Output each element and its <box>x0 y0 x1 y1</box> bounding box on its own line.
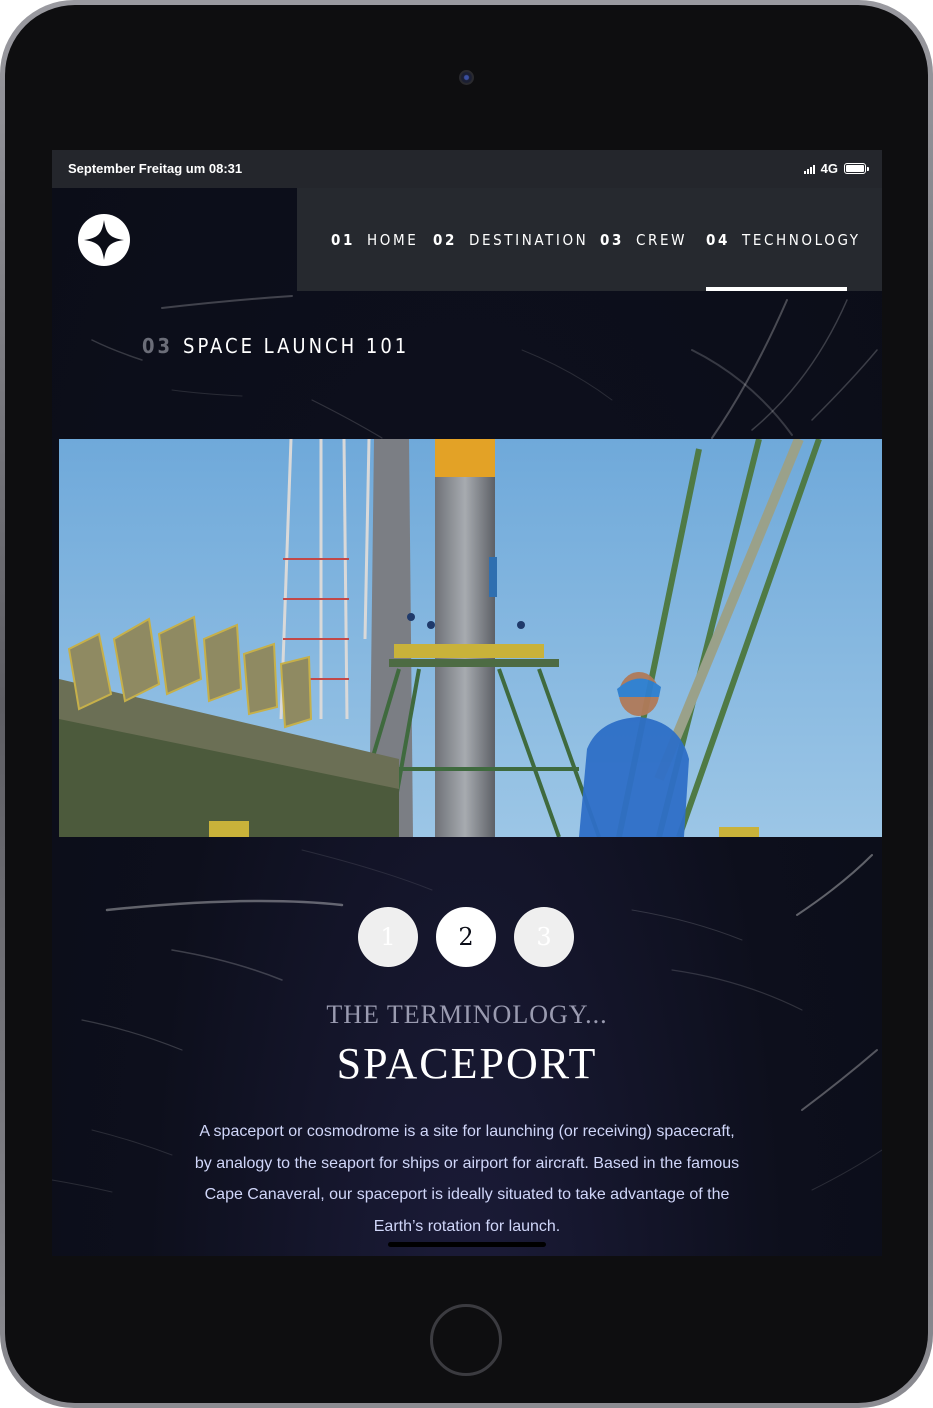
nav-item-technology[interactable]: 04 TECHNOLOGY <box>706 188 858 291</box>
page-title-text: SPACE LAUNCH 101 <box>183 334 410 358</box>
nav-item-crew[interactable]: 03 CREW <box>600 188 687 291</box>
screen: September Freitag um 08:31 4G 01 HOME 02… <box>52 150 882 1256</box>
nav-item-label: CREW <box>635 230 688 249</box>
network-label: 4G <box>820 161 838 176</box>
technology-description: A spaceport or cosmodrome is a site for … <box>194 1123 740 1235</box>
launch-vehicle-photo <box>59 439 882 837</box>
nav-item-number: 02 <box>433 230 457 249</box>
signal-icon <box>803 163 815 174</box>
page-title: 03 SPACE LAUNCH 101 <box>142 334 409 358</box>
nav-item-label: DESTINATION <box>468 230 589 249</box>
home-button[interactable] <box>430 1304 502 1376</box>
logo[interactable] <box>78 214 130 266</box>
nav-item-label: TECHNOLOGY <box>741 230 861 249</box>
header: 01 HOME 02 DESTINATION 03 CREW 04 TECHNO… <box>52 188 882 291</box>
four-point-star-icon <box>84 220 124 260</box>
camera-icon <box>459 70 474 85</box>
status-time: September Freitag um 08:31 <box>68 161 243 176</box>
technology-heading: SPACEPORT <box>336 1039 598 1088</box>
terminology-subheading: THE TERMINOLOGY... <box>326 1000 608 1029</box>
nav-item-number: 03 <box>600 230 624 249</box>
step-button-3[interactable]: 3 <box>514 907 574 967</box>
battery-icon <box>844 163 869 174</box>
nav-item-label: HOME <box>366 230 419 249</box>
nav-item-destination[interactable]: 02 DESTINATION <box>433 188 588 291</box>
main-nav: 01 HOME 02 DESTINATION 03 CREW 04 TECHNO… <box>297 188 882 291</box>
nav-item-number: 01 <box>331 230 355 249</box>
status-bar: September Freitag um 08:31 4G <box>52 150 882 188</box>
nav-item-number: 04 <box>706 230 730 249</box>
status-indicators: 4G <box>803 161 869 176</box>
nav-item-home[interactable]: 01 HOME <box>331 188 418 291</box>
tablet-frame: September Freitag um 08:31 4G 01 HOME 02… <box>0 0 933 1408</box>
home-indicator <box>388 1242 546 1247</box>
step-button-2[interactable]: 2 <box>436 907 496 967</box>
step-pagination: 1 2 3 <box>358 907 576 969</box>
step-button-1[interactable]: 1 <box>358 907 418 967</box>
page-title-number: 03 <box>142 334 174 358</box>
